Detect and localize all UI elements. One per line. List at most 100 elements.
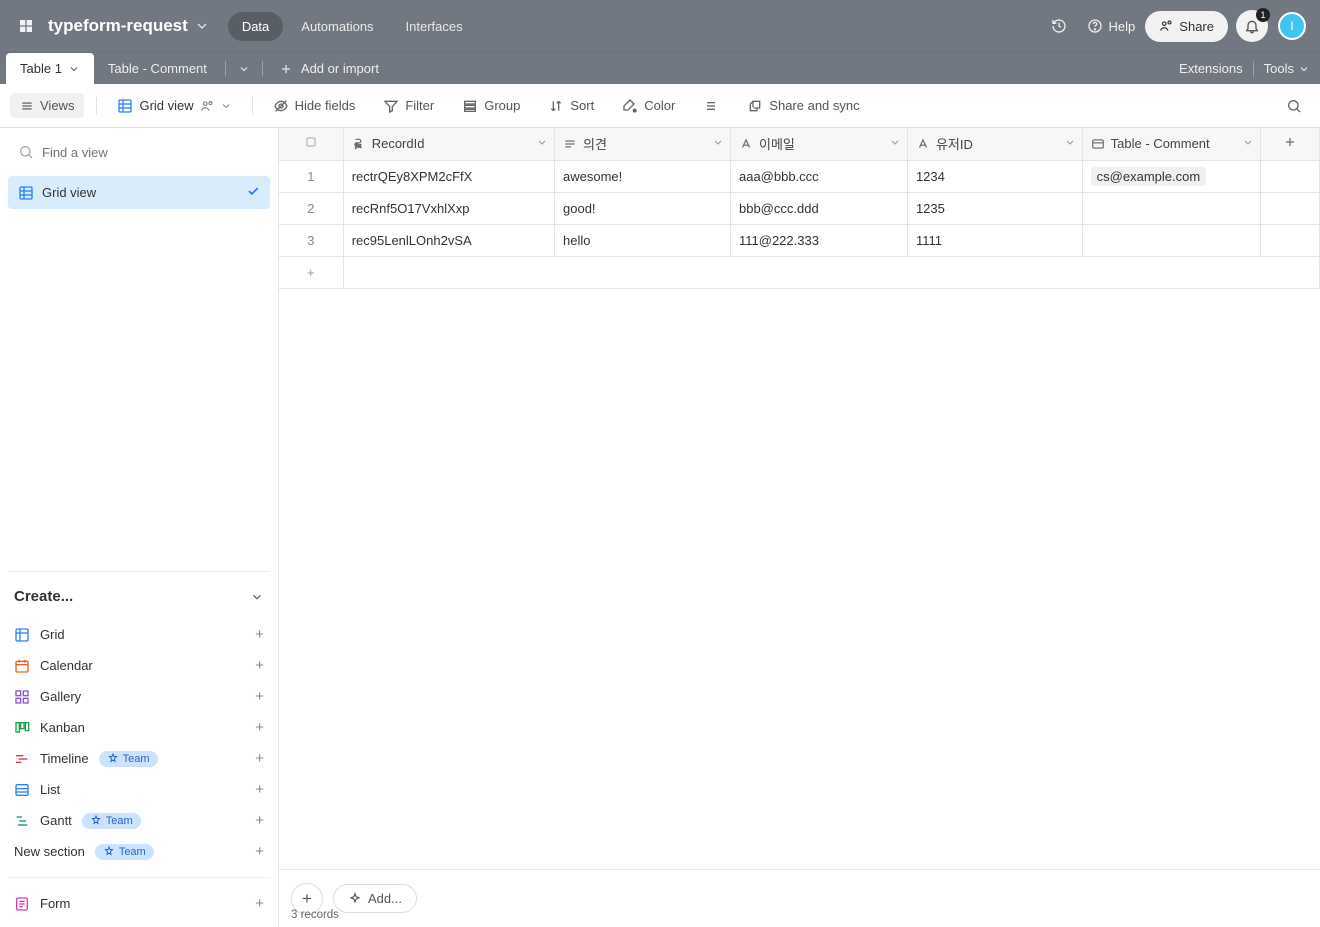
column-email[interactable]: 이메일 xyxy=(730,128,907,160)
select-all-header[interactable] xyxy=(279,128,343,160)
create-item-label: Calendar xyxy=(40,658,93,673)
row-number[interactable]: 1 xyxy=(279,160,343,192)
row-number[interactable]: 3 xyxy=(279,224,343,256)
cell-opinion[interactable]: good! xyxy=(555,192,731,224)
chevron-down-icon[interactable] xyxy=(889,136,901,151)
table-tab-dropdown[interactable] xyxy=(230,53,258,84)
create-gantt[interactable]: Gantt Team + xyxy=(8,805,270,836)
extensions-button[interactable]: Extensions xyxy=(1179,61,1243,76)
create-calendar[interactable]: Calendar+ xyxy=(8,650,270,681)
column-opinion[interactable]: 의견 xyxy=(555,128,731,160)
add-extension-button[interactable]: Add... xyxy=(333,884,417,913)
app-header: typeform-request Data Automations Interf… xyxy=(0,0,1320,52)
people-icon xyxy=(200,99,214,113)
views-toggle-button[interactable]: Views xyxy=(10,93,84,118)
tools-label: Tools xyxy=(1264,61,1294,76)
find-view-search[interactable] xyxy=(8,136,270,168)
create-section-heading[interactable]: Create... xyxy=(8,586,270,619)
table-tab-table1[interactable]: Table 1 xyxy=(6,53,94,84)
group-button[interactable]: Group xyxy=(454,93,528,119)
table-tab-label: Table - Comment xyxy=(108,61,207,76)
plus-icon xyxy=(1283,135,1297,149)
cell-email[interactable]: aaa@bbb.ccc xyxy=(730,160,907,192)
text-icon xyxy=(916,137,930,151)
nav-automations[interactable]: Automations xyxy=(287,12,387,41)
history-button[interactable] xyxy=(1041,12,1077,40)
create-item-label: New section xyxy=(14,844,85,859)
create-grid[interactable]: Grid+ xyxy=(8,619,270,650)
create-timeline[interactable]: Timeline Team + xyxy=(8,743,270,774)
filter-button[interactable]: Filter xyxy=(375,93,442,119)
views-sidebar: Grid view Create... Grid+ Calendar+ xyxy=(0,128,279,927)
plus-icon: + xyxy=(255,626,264,643)
current-view-button[interactable]: Grid view xyxy=(109,93,239,119)
color-button[interactable]: Color xyxy=(614,93,683,119)
main-area: Grid view Create... Grid+ Calendar+ xyxy=(0,128,1320,927)
add-column-button[interactable] xyxy=(1261,128,1320,160)
add-or-import-button[interactable]: Add or import xyxy=(267,53,391,84)
long-text-icon xyxy=(563,137,577,151)
table-row[interactable]: 3rec95LenlLOnh2vSAhello111@222.3331111 xyxy=(279,224,1320,256)
help-button[interactable]: Help xyxy=(1077,12,1146,40)
tools-button[interactable]: Tools xyxy=(1264,61,1310,76)
column-userid[interactable]: 유저ID xyxy=(907,128,1082,160)
form-icon xyxy=(14,896,30,912)
column-table-comment[interactable]: Table - Comment xyxy=(1082,128,1261,160)
base-name[interactable]: typeform-request xyxy=(48,16,188,36)
hide-fields-button[interactable]: Hide fields xyxy=(265,93,364,119)
search-button[interactable] xyxy=(1278,93,1310,119)
cell-recordid[interactable]: recRnf5O17VxhlXxp xyxy=(343,192,554,224)
timeline-icon xyxy=(14,751,30,767)
create-form[interactable]: Form+ xyxy=(8,888,270,919)
sidebar-view-label: Grid view xyxy=(42,185,96,200)
filter-icon xyxy=(383,98,399,114)
team-badge: Team xyxy=(82,813,141,829)
cell-opinion[interactable]: awesome! xyxy=(555,160,731,192)
chevron-down-icon[interactable] xyxy=(536,136,548,151)
main-nav: Data Automations Interfaces xyxy=(228,12,477,41)
create-list[interactable]: List+ xyxy=(8,774,270,805)
cell-linked[interactable] xyxy=(1082,224,1261,256)
grid-area: ƒxRecordId 의견 이메일 유저ID xyxy=(279,128,1320,927)
create-kanban[interactable]: Kanban+ xyxy=(8,712,270,743)
table-row[interactable]: 2recRnf5O17VxhlXxpgood!bbb@ccc.ddd1235 xyxy=(279,192,1320,224)
cell-email[interactable]: 111@222.333 xyxy=(730,224,907,256)
sort-button[interactable]: Sort xyxy=(540,93,602,119)
cell-email[interactable]: bbb@ccc.ddd xyxy=(730,192,907,224)
nav-interfaces[interactable]: Interfaces xyxy=(392,12,477,41)
grid-icon xyxy=(14,627,30,643)
notifications-button[interactable]: 1 xyxy=(1236,10,1268,42)
user-avatar[interactable]: I xyxy=(1278,12,1306,40)
table-tab-comment[interactable]: Table - Comment xyxy=(94,53,221,84)
plus-icon[interactable]: + xyxy=(279,256,343,288)
cell-recordid[interactable]: rectrQEy8XPM2cFfX xyxy=(343,160,554,192)
find-view-input[interactable] xyxy=(42,145,260,160)
chevron-down-icon[interactable] xyxy=(194,18,210,34)
create-new-section[interactable]: New section Team + xyxy=(8,836,270,867)
row-height-button[interactable] xyxy=(695,93,727,119)
cell-recordid[interactable]: rec95LenlLOnh2vSA xyxy=(343,224,554,256)
chevron-down-icon[interactable] xyxy=(1064,136,1076,151)
check-icon xyxy=(246,184,260,201)
cell-opinion[interactable]: hello xyxy=(555,224,731,256)
sidebar-view-grid[interactable]: Grid view xyxy=(8,176,270,209)
chevron-down-icon[interactable] xyxy=(1242,136,1254,151)
share-sync-button[interactable]: Share and sync xyxy=(739,93,867,119)
view-toolbar: Views Grid view Hide fields Filter Group… xyxy=(0,84,1320,128)
row-number[interactable]: 2 xyxy=(279,192,343,224)
nav-data[interactable]: Data xyxy=(228,12,283,41)
menu-icon xyxy=(20,99,34,113)
cell-userid[interactable]: 1234 xyxy=(907,160,1082,192)
column-recordid[interactable]: ƒxRecordId xyxy=(343,128,554,160)
cell-linked[interactable]: cs@example.com xyxy=(1082,160,1261,192)
chevron-down-icon[interactable] xyxy=(712,136,724,151)
cell-linked[interactable] xyxy=(1082,192,1261,224)
add-row[interactable]: + xyxy=(279,256,1320,288)
notification-badge: 1 xyxy=(1256,8,1270,22)
checkbox-icon xyxy=(305,136,317,148)
cell-userid[interactable]: 1235 xyxy=(907,192,1082,224)
cell-userid[interactable]: 1111 xyxy=(907,224,1082,256)
share-button[interactable]: Share xyxy=(1145,11,1228,42)
create-gallery[interactable]: Gallery+ xyxy=(8,681,270,712)
table-row[interactable]: 1rectrQEy8XPM2cFfXawesome!aaa@bbb.ccc123… xyxy=(279,160,1320,192)
